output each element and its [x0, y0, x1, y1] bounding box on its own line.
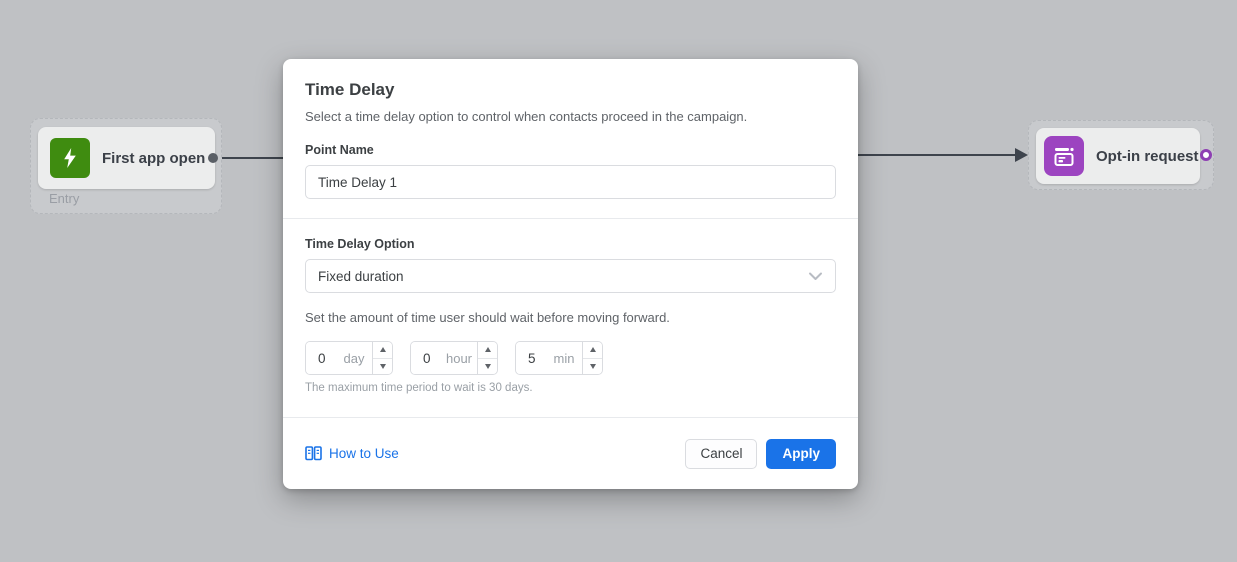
- target-node-card[interactable]: Opt-in request: [1036, 128, 1200, 184]
- hour-spinner: hour: [410, 341, 498, 375]
- point-name-input[interactable]: [305, 165, 836, 199]
- day-value-input[interactable]: [306, 342, 338, 374]
- spinner-up-icon[interactable]: [583, 342, 602, 359]
- dialog-header-section: Time Delay Select a time delay option to…: [283, 59, 858, 218]
- spinner-down-icon[interactable]: [583, 359, 602, 375]
- day-spinner: day: [305, 341, 393, 375]
- how-to-use-label: How to Use: [329, 446, 399, 461]
- spinner-down-icon[interactable]: [478, 359, 497, 375]
- opt-in-message-icon: [1044, 136, 1084, 176]
- min-stepper: [582, 342, 602, 374]
- target-node-container: Opt-in request: [1028, 120, 1214, 190]
- min-unit-label: min: [548, 351, 582, 366]
- time-delay-option-select[interactable]: Fixed duration: [305, 259, 836, 293]
- dialog-subtitle: Select a time delay option to control wh…: [305, 109, 836, 124]
- time-delay-option-value: Fixed duration: [318, 269, 404, 284]
- entry-node-output-handle[interactable]: [208, 153, 218, 163]
- duration-fields-row: day hour min: [305, 341, 836, 375]
- campaign-flow-canvas: First app open Entry Opt-in request Time…: [0, 0, 1237, 562]
- spinner-down-icon[interactable]: [373, 359, 392, 375]
- open-book-icon: [305, 446, 322, 461]
- min-value-input[interactable]: [516, 342, 548, 374]
- entry-node-container: First app open Entry: [30, 118, 222, 214]
- spinner-up-icon[interactable]: [478, 342, 497, 359]
- target-node-label: Opt-in request: [1096, 148, 1199, 165]
- edge-line-right: [858, 154, 1017, 156]
- edge-arrowhead-icon: [1015, 148, 1028, 162]
- dialog-footer: How to Use Cancel Apply: [283, 418, 858, 489]
- max-duration-hint: The maximum time period to wait is 30 da…: [305, 382, 836, 394]
- apply-button[interactable]: Apply: [766, 439, 836, 469]
- target-node-output-handle[interactable]: [1200, 149, 1212, 161]
- hour-unit-label: hour: [443, 351, 477, 366]
- lightning-icon: [50, 138, 90, 178]
- day-stepper: [372, 342, 392, 374]
- hour-value-input[interactable]: [411, 342, 443, 374]
- spinner-up-icon[interactable]: [373, 342, 392, 359]
- time-delay-option-label: Time Delay Option: [305, 237, 836, 251]
- min-spinner: min: [515, 341, 603, 375]
- cancel-button[interactable]: Cancel: [685, 439, 757, 469]
- dialog-title: Time Delay: [305, 80, 836, 100]
- entry-node-sublabel: Entry: [49, 191, 79, 206]
- how-to-use-link[interactable]: How to Use: [305, 446, 399, 461]
- hour-stepper: [477, 342, 497, 374]
- edge-line-left: [216, 157, 283, 159]
- delay-options-section: Time Delay Option Fixed duration Set the…: [283, 219, 858, 417]
- time-delay-dialog: Time Delay Select a time delay option to…: [283, 59, 858, 489]
- entry-node-label: First app open: [102, 150, 205, 167]
- point-name-label: Point Name: [305, 143, 836, 157]
- chevron-down-icon: [808, 271, 823, 281]
- entry-node-card[interactable]: First app open: [38, 127, 215, 189]
- duration-description: Set the amount of time user should wait …: [305, 310, 836, 325]
- day-unit-label: day: [338, 351, 372, 366]
